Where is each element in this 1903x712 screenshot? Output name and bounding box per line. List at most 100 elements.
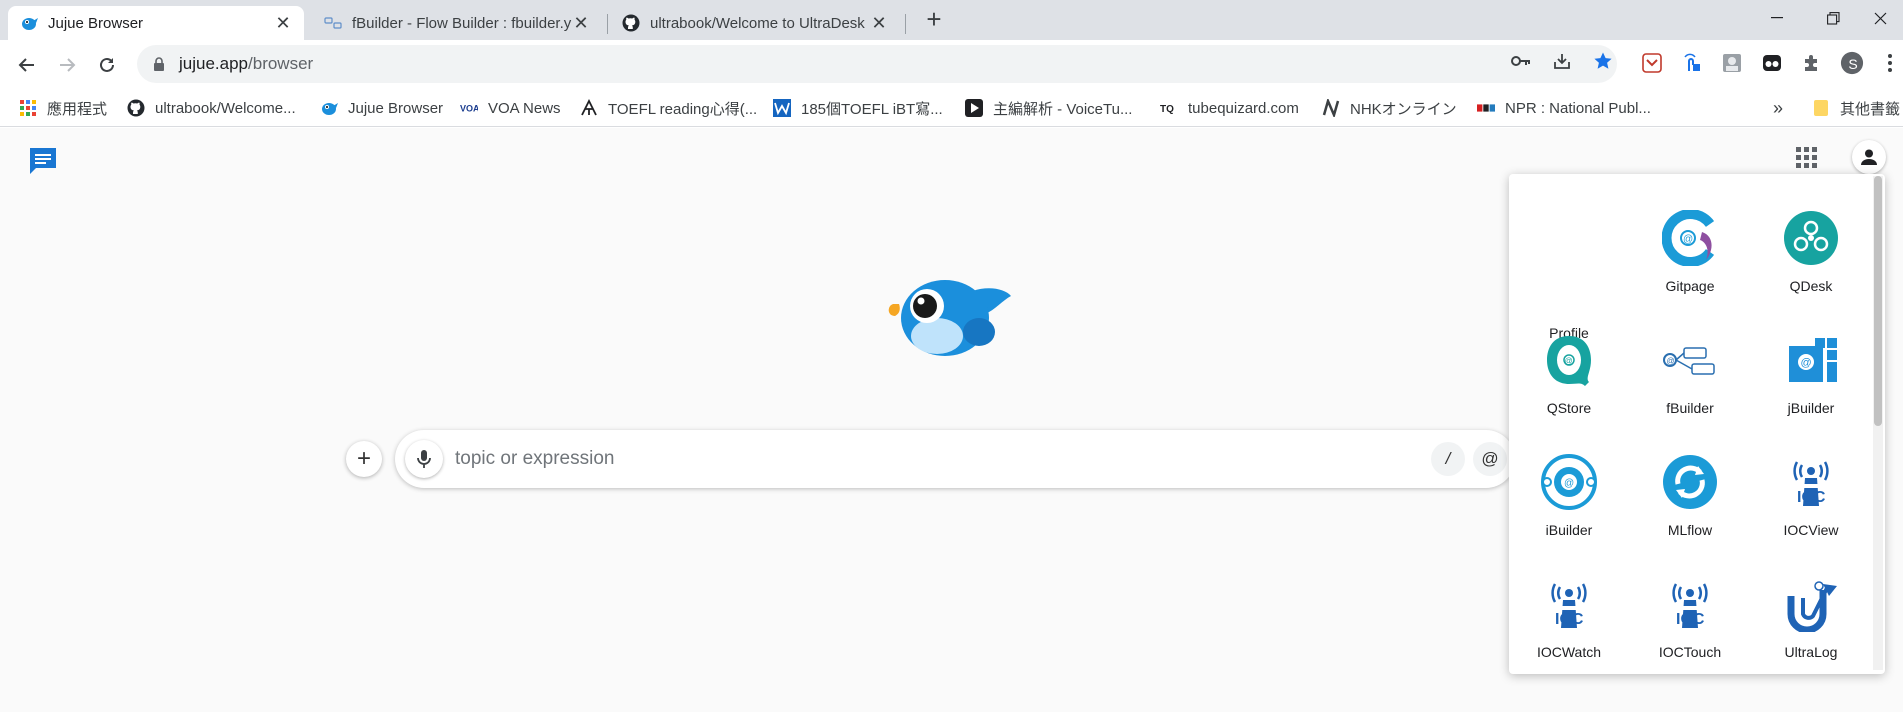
app-label: IOCView: [1783, 522, 1839, 538]
address-bar[interactable]: jujue.app/browser: [137, 45, 1617, 83]
key-icon[interactable]: [1510, 50, 1532, 72]
qdesk-icon: [1784, 211, 1838, 265]
maximize-button[interactable]: [1810, 0, 1856, 36]
bookmarks-overflow-button[interactable]: »: [1773, 97, 1783, 119]
app-label: Gitpage: [1665, 278, 1715, 294]
bookmark-label: TOEFL reading心得(...: [608, 100, 758, 118]
tab-ultrabook[interactable]: ultrabook/Welcome to UltraDesk ✕: [610, 6, 900, 40]
close-icon[interactable]: ✕: [870, 14, 888, 32]
reload-button[interactable]: [92, 50, 122, 80]
ibuilder-icon: @: [1541, 454, 1597, 510]
lock-icon[interactable]: [151, 56, 167, 72]
scrollbar-thumb[interactable]: [1874, 176, 1882, 426]
tab-jujue-browser[interactable]: Jujue Browser ✕: [8, 6, 304, 40]
account-icon[interactable]: [1852, 140, 1886, 174]
app-jbuilder[interactable]: @ jBuilder: [1756, 332, 1866, 432]
bookmark-label: ultrabook/Welcome...: [155, 99, 296, 117]
bookmark-voicetube[interactable]: 主編解析 - VoiceTu...: [965, 97, 1132, 119]
app-label: fBuilder: [1666, 400, 1714, 416]
bookmark-apps[interactable]: 應用程式: [19, 97, 107, 119]
app-fbuilder[interactable]: @ fBuilder: [1635, 332, 1745, 432]
apps-panel-scrollbar[interactable]: [1873, 176, 1883, 670]
bookmark-npr[interactable]: NPR : National Publ...: [1477, 97, 1651, 119]
app-iocview[interactable]: IOC IOCView: [1756, 454, 1866, 554]
mlflow-icon: [1663, 455, 1717, 509]
github-icon: [622, 14, 640, 32]
folder-icon: [1812, 99, 1830, 117]
bookmark-jujue-browser[interactable]: Jujue Browser: [320, 97, 443, 119]
fbuilder-icon: [324, 14, 342, 32]
search-bar: / @: [395, 430, 1515, 488]
forward-button[interactable]: [52, 50, 82, 80]
microphone-icon[interactable]: [405, 440, 443, 478]
nhk-icon: [1322, 99, 1340, 117]
jujue-bird-logo: [885, 270, 1013, 371]
tq-icon: TQ: [1160, 99, 1178, 117]
bookmark-label: 應用程式: [47, 100, 108, 118]
tab-title: ultrabook/Welcome to UltraDesk: [650, 14, 865, 32]
extensions-puzzle-icon[interactable]: [1800, 51, 1824, 75]
app-gitpage[interactable]: @ Gitpage: [1635, 210, 1745, 310]
close-icon[interactable]: ✕: [572, 14, 590, 32]
fbuilder-icon: @: [1663, 347, 1715, 375]
svg-text:@: @: [1565, 357, 1573, 366]
menu-kebab-icon[interactable]: [1878, 51, 1902, 75]
bookmark-label: NPR : National Publ...: [1505, 99, 1651, 117]
bookmark-toefl-reading[interactable]: TOEFL reading心得(...: [580, 97, 757, 119]
add-button[interactable]: +: [346, 441, 382, 477]
tab-fbuilder[interactable]: fBuilder - Flow Builder : fbuilder.y ✕: [312, 6, 602, 40]
tab-separator: [905, 14, 906, 34]
install-icon[interactable]: [1551, 50, 1573, 72]
toefl-icon: [580, 99, 598, 117]
iocview-icon: IOC: [1793, 461, 1829, 506]
app-label: QDesk: [1789, 278, 1833, 294]
minimize-button[interactable]: [1754, 0, 1800, 36]
svg-text:@: @: [1564, 478, 1574, 489]
app-ioctouch[interactable]: IOC IOCTouch: [1635, 576, 1745, 674]
slash-command-button[interactable]: /: [1431, 442, 1465, 476]
svg-text:IOC: IOC: [1797, 489, 1826, 506]
bookmark-label: Jujue Browser: [348, 99, 444, 117]
bookmark-voa-news[interactable]: VOA VOA News: [460, 97, 561, 119]
url-text: jujue.app/browser: [179, 54, 313, 74]
github-icon: [127, 99, 145, 117]
ioctouch-icon: IOC: [1672, 583, 1708, 628]
bookmark-nhk[interactable]: NHKオンライン: [1322, 97, 1457, 119]
app-label: IOCTouch: [1658, 644, 1722, 660]
bird-icon: [320, 99, 338, 117]
profile-avatar-letter: S: [1848, 56, 1858, 72]
bookmark-tubequizard[interactable]: TQ tubequizard.com: [1160, 97, 1299, 119]
new-tab-button[interactable]: +: [920, 6, 948, 34]
apps-grid-icon[interactable]: [1796, 147, 1818, 169]
profile-avatar[interactable]: S: [1840, 51, 1864, 75]
app-ibuilder[interactable]: @ iBuilder: [1514, 454, 1624, 554]
bookmark-star-icon[interactable]: [1592, 50, 1614, 72]
bookmark-label: NHKオンライン: [1350, 100, 1457, 118]
app-mlflow[interactable]: MLflow: [1635, 454, 1745, 554]
chat-icon[interactable]: [27, 145, 59, 182]
svg-text:VOA: VOA: [460, 104, 478, 114]
close-window-button[interactable]: [1857, 0, 1903, 36]
search-input[interactable]: [455, 442, 1355, 476]
pocket-extension-icon[interactable]: [1640, 51, 1664, 75]
other-bookmarks-folder[interactable]: 其他書籤: [1812, 97, 1900, 119]
touch-extension-icon[interactable]: [1680, 51, 1704, 75]
svg-text:IOC: IOC: [1676, 611, 1705, 628]
tab-strip: Jujue Browser ✕ fBuilder - Flow Builder …: [0, 0, 1903, 40]
browser-toolbar: jujue.app/browser S: [0, 40, 1903, 89]
incognito-extension-icon[interactable]: [1760, 51, 1784, 75]
bookmark-ultrabook[interactable]: ultrabook/Welcome...: [127, 97, 296, 119]
svg-text:TQ: TQ: [1160, 104, 1174, 114]
page-content: + / @ @ Gitpage QDesk: [0, 128, 1903, 712]
mention-button[interactable]: @: [1473, 442, 1507, 476]
app-qdesk[interactable]: QDesk: [1756, 210, 1866, 310]
app-qstore[interactable]: @ QStore: [1514, 332, 1624, 432]
app-ultralog[interactable]: UltraLog: [1756, 576, 1866, 674]
back-button[interactable]: [12, 50, 42, 80]
photo-extension-icon[interactable]: [1720, 51, 1744, 75]
bookmark-label: VOA News: [488, 99, 561, 117]
close-icon[interactable]: ✕: [274, 14, 292, 32]
app-iocwatch[interactable]: IOC IOCWatch: [1514, 576, 1624, 674]
bookmarks-bar: 應用程式 ultrabook/Welcome... Jujue Browser …: [0, 89, 1903, 127]
bookmark-toefl-writing[interactable]: 185個TOEFL iBT寫...: [773, 97, 943, 119]
